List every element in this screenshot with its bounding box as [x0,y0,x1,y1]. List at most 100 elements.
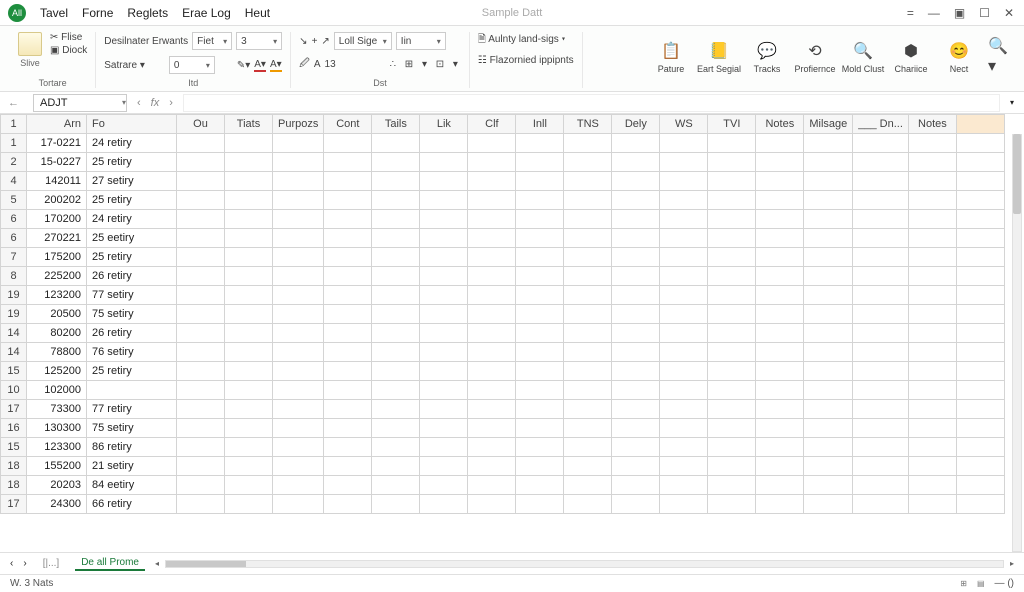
cell[interactable]: 78800 [27,343,87,362]
cell[interactable]: 24 retiry [87,210,177,229]
cell[interactable] [564,362,612,381]
cell[interactable] [853,305,909,324]
cell[interactable] [708,419,756,438]
row-header[interactable]: 15 [1,438,27,457]
cell[interactable] [420,419,468,438]
cell[interactable] [225,457,273,476]
cell[interactable] [372,362,420,381]
cell[interactable] [756,210,804,229]
cell[interactable] [420,210,468,229]
table-row[interactable]: 148020026 retiry [1,324,1005,343]
col-header[interactable]: Notes [908,115,956,134]
cell[interactable] [225,419,273,438]
cell[interactable] [708,305,756,324]
cell[interactable]: 25 retiry [87,362,177,381]
vertical-scrollbar[interactable] [1012,134,1022,552]
cell[interactable] [420,267,468,286]
cell[interactable] [468,210,516,229]
row-header[interactable]: 17 [1,400,27,419]
cell[interactable] [804,400,853,419]
cell[interactable] [177,381,225,400]
font-a-icon[interactable]: A [314,59,321,70]
cell[interactable] [660,286,708,305]
cell[interactable] [612,134,660,153]
cell[interactable] [420,381,468,400]
cell[interactable] [908,134,956,153]
cell[interactable] [564,381,612,400]
cell[interactable] [516,153,564,172]
fx-icon[interactable]: fx [151,97,160,109]
col-header[interactable]: TVI [708,115,756,134]
cell[interactable]: 77 retiry [87,400,177,419]
cell[interactable] [225,495,273,514]
cell[interactable] [660,457,708,476]
cell[interactable] [708,210,756,229]
underline-color-icon[interactable]: ✎▾ [237,60,250,71]
cell[interactable] [660,343,708,362]
table-row[interactable]: 1512330086 retiry [1,438,1005,457]
cell[interactable] [756,495,804,514]
cell[interactable] [273,343,324,362]
cell[interactable] [177,419,225,438]
cell[interactable] [420,324,468,343]
cell[interactable]: 73300 [27,400,87,419]
table-row[interactable]: 192050075 setiry [1,305,1005,324]
table-row[interactable]: 215-022725 retiry [1,153,1005,172]
cell[interactable] [908,324,956,343]
cell[interactable] [756,362,804,381]
cell[interactable] [273,191,324,210]
align-left-icon[interactable]: ↘ [299,36,307,47]
cell[interactable] [956,381,1004,400]
cell[interactable] [708,324,756,343]
cell[interactable] [273,457,324,476]
cell[interactable] [708,172,756,191]
cell[interactable]: 24300 [27,495,87,514]
cell[interactable] [956,457,1004,476]
cell[interactable] [516,248,564,267]
cell[interactable] [708,267,756,286]
cell[interactable]: 225200 [27,267,87,286]
cell[interactable] [372,324,420,343]
cell[interactable] [420,172,468,191]
col-header[interactable]: Purpozs [273,115,324,134]
cell[interactable] [420,191,468,210]
col-header-extra[interactable] [956,115,1004,134]
cell[interactable] [804,153,853,172]
cell[interactable] [177,267,225,286]
cell[interactable] [420,134,468,153]
prev-icon[interactable]: ‹ [137,97,141,109]
sheet-tab-active[interactable]: De all Prome [75,556,145,571]
user-avatar[interactable]: All [8,4,26,22]
view-icon-2[interactable]: ▤ [977,579,985,588]
cell[interactable] [372,191,420,210]
zero-dropdown[interactable]: 0▾ [169,56,215,74]
table-row[interactable]: 1613030075 setiry [1,419,1005,438]
cell[interactable] [273,362,324,381]
cell[interactable] [612,419,660,438]
cell[interactable] [853,457,909,476]
cell[interactable] [708,286,756,305]
cell[interactable] [516,229,564,248]
cell[interactable] [708,153,756,172]
cell[interactable] [564,419,612,438]
cell[interactable] [804,267,853,286]
cell[interactable] [516,172,564,191]
cell[interactable] [564,191,612,210]
cell[interactable] [468,229,516,248]
cell[interactable] [372,172,420,191]
table-row[interactable]: 1512520025 retiry [1,362,1005,381]
row-header[interactable]: 6 [1,210,27,229]
cell[interactable] [660,381,708,400]
cell[interactable] [564,438,612,457]
cell[interactable] [273,229,324,248]
next-icon[interactable]: › [169,97,173,109]
diock-option[interactable]: ▣ Diock [50,45,87,56]
table-row[interactable]: 520020225 retiry [1,191,1005,210]
cell[interactable] [177,172,225,191]
cell[interactable] [804,438,853,457]
col-header[interactable]: Milsage [804,115,853,134]
mold-clust-button[interactable]: 🔍Mold Clust [840,32,886,82]
cell[interactable] [468,248,516,267]
cell[interactable] [756,381,804,400]
cell[interactable]: 80200 [27,324,87,343]
